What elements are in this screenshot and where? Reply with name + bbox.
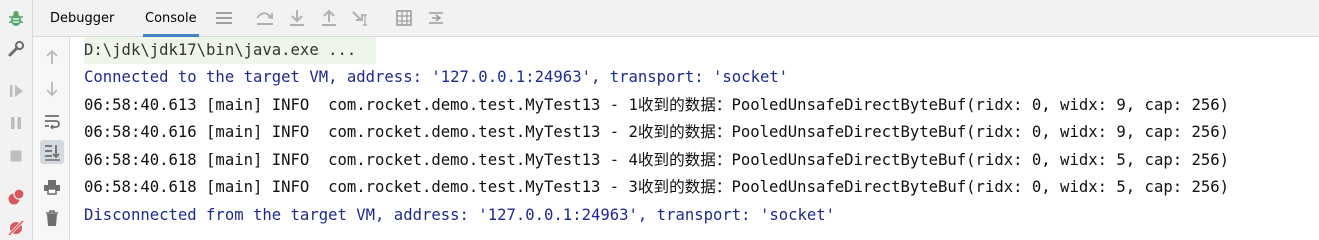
run-to-cursor-icon[interactable]	[351, 7, 373, 29]
settings-wrench-icon[interactable]	[5, 38, 27, 60]
step-into-icon[interactable]	[286, 7, 308, 29]
console-log-line: 06:58:40.616 [main] INFO com.rocket.demo…	[84, 123, 1230, 141]
console-disconnected-line: Disconnected from the target VM, address…	[84, 206, 836, 224]
tab-console[interactable]: Console	[143, 0, 199, 37]
resume-icon[interactable]	[5, 80, 27, 102]
console-output[interactable]: D:\jdk\jdk17\bin\java.exe ... Connected …	[84, 37, 1319, 240]
debug-bug-icon[interactable]	[5, 7, 27, 29]
pause-icon[interactable]	[5, 112, 27, 134]
debug-toolbar: Debugger Console	[33, 0, 1319, 37]
console-log-line: 06:58:40.613 [main] INFO com.rocket.demo…	[84, 96, 1230, 114]
stop-icon[interactable]	[5, 145, 27, 167]
tab-debugger[interactable]: Debugger	[50, 0, 114, 36]
scroll-up-icon[interactable]	[40, 45, 64, 69]
mute-breakpoints-icon[interactable]	[5, 216, 27, 238]
clear-trash-icon[interactable]	[40, 206, 64, 230]
console-log-line: 06:58:40.618 [main] INFO com.rocket.demo…	[84, 151, 1230, 169]
scroll-to-end-icon[interactable]	[40, 140, 64, 164]
debug-left-toolbar	[0, 0, 33, 240]
step-over-icon[interactable]	[254, 7, 276, 29]
step-out-icon[interactable]	[318, 7, 340, 29]
console-connected-line: Connected to the target VM, address: '12…	[84, 68, 789, 86]
view-breakpoints-icon[interactable]	[5, 186, 27, 208]
console-side-toolbar	[33, 37, 70, 240]
soft-wrap-icon[interactable]	[40, 109, 64, 133]
console-log-line: 06:58:40.618 [main] INFO com.rocket.demo…	[84, 178, 1230, 196]
console-command-line: D:\jdk\jdk17\bin\java.exe ...	[84, 37, 376, 64]
print-icon[interactable]	[40, 175, 64, 199]
evaluate-icon[interactable]	[393, 7, 415, 29]
trace-icon[interactable]	[425, 7, 447, 29]
scroll-down-icon[interactable]	[40, 77, 64, 101]
layout-icon[interactable]	[213, 7, 235, 29]
